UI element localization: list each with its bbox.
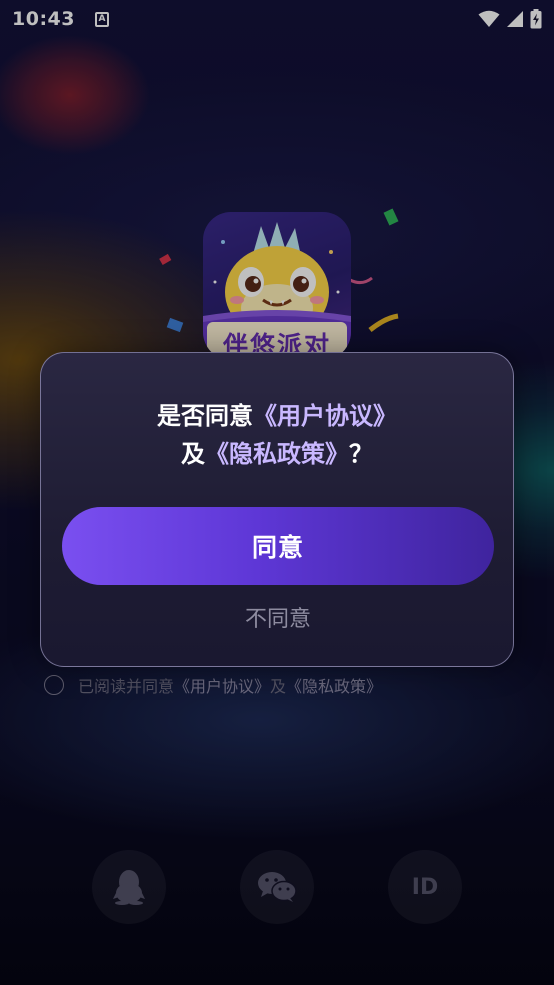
dialog-title-suffix: ？ bbox=[349, 440, 373, 468]
dialog-title-line-1: 是否同意《用户协议》 bbox=[41, 397, 513, 435]
consent-dialog: 是否同意《用户协议》 及《隐私政策》？ 同意 不同意 bbox=[40, 352, 514, 667]
dialog-privacy-policy-link[interactable]: 《隐私政策》 bbox=[205, 440, 349, 468]
disagree-button[interactable]: 不同意 bbox=[178, 597, 378, 637]
dialog-title-and: 及 bbox=[181, 440, 205, 468]
agree-button[interactable]: 同意 bbox=[62, 507, 494, 585]
dialog-title: 是否同意《用户协议》 及《隐私政策》？ bbox=[41, 397, 513, 473]
dialog-user-agreement-link[interactable]: 《用户协议》 bbox=[253, 402, 397, 430]
dialog-title-line-2: 及《隐私政策》？ bbox=[41, 435, 513, 473]
dialog-title-prefix: 是否同意 bbox=[157, 402, 253, 430]
